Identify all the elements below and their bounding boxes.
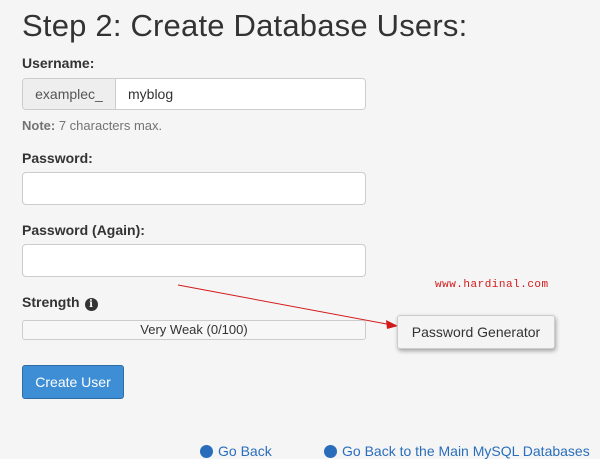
page-title: Step 2: Create Database Users: (22, 8, 468, 43)
password-input[interactable] (22, 172, 366, 205)
password-label: Password: (22, 150, 93, 166)
arrow-left-circle-icon (200, 444, 213, 458)
password-again-input[interactable] (22, 244, 366, 277)
info-icon[interactable]: i (84, 298, 98, 311)
password-generator-button[interactable]: Password Generator (397, 315, 555, 349)
username-prefix: examplec_ (23, 79, 116, 109)
arrow-left-circle-icon (324, 444, 337, 458)
go-back-main-label: Go Back to the Main MySQL Databases (342, 443, 590, 459)
watermark-text: www.hardinal.com (435, 279, 549, 291)
note-label: Note: (22, 118, 56, 133)
strength-label-row: Strength i (22, 294, 98, 311)
note-text: 7 characters max. (55, 118, 163, 133)
go-back-label: Go Back (218, 443, 272, 459)
go-back-link[interactable]: Go Back (200, 443, 272, 459)
create-user-button[interactable]: Create User (22, 365, 124, 399)
password-strength-meter: Very Weak (0/100) (22, 320, 366, 340)
username-note: Note: 7 characters max. (22, 118, 162, 133)
password-again-label: Password (Again): (22, 222, 145, 238)
go-back-main-link[interactable]: Go Back to the Main MySQL Databases (324, 443, 590, 459)
strength-label: Strength (22, 294, 80, 310)
username-input-group: examplec_ (22, 78, 366, 110)
username-label: Username: (22, 55, 95, 71)
strength-text: Very Weak (0/100) (140, 322, 248, 337)
username-input[interactable] (116, 79, 365, 109)
